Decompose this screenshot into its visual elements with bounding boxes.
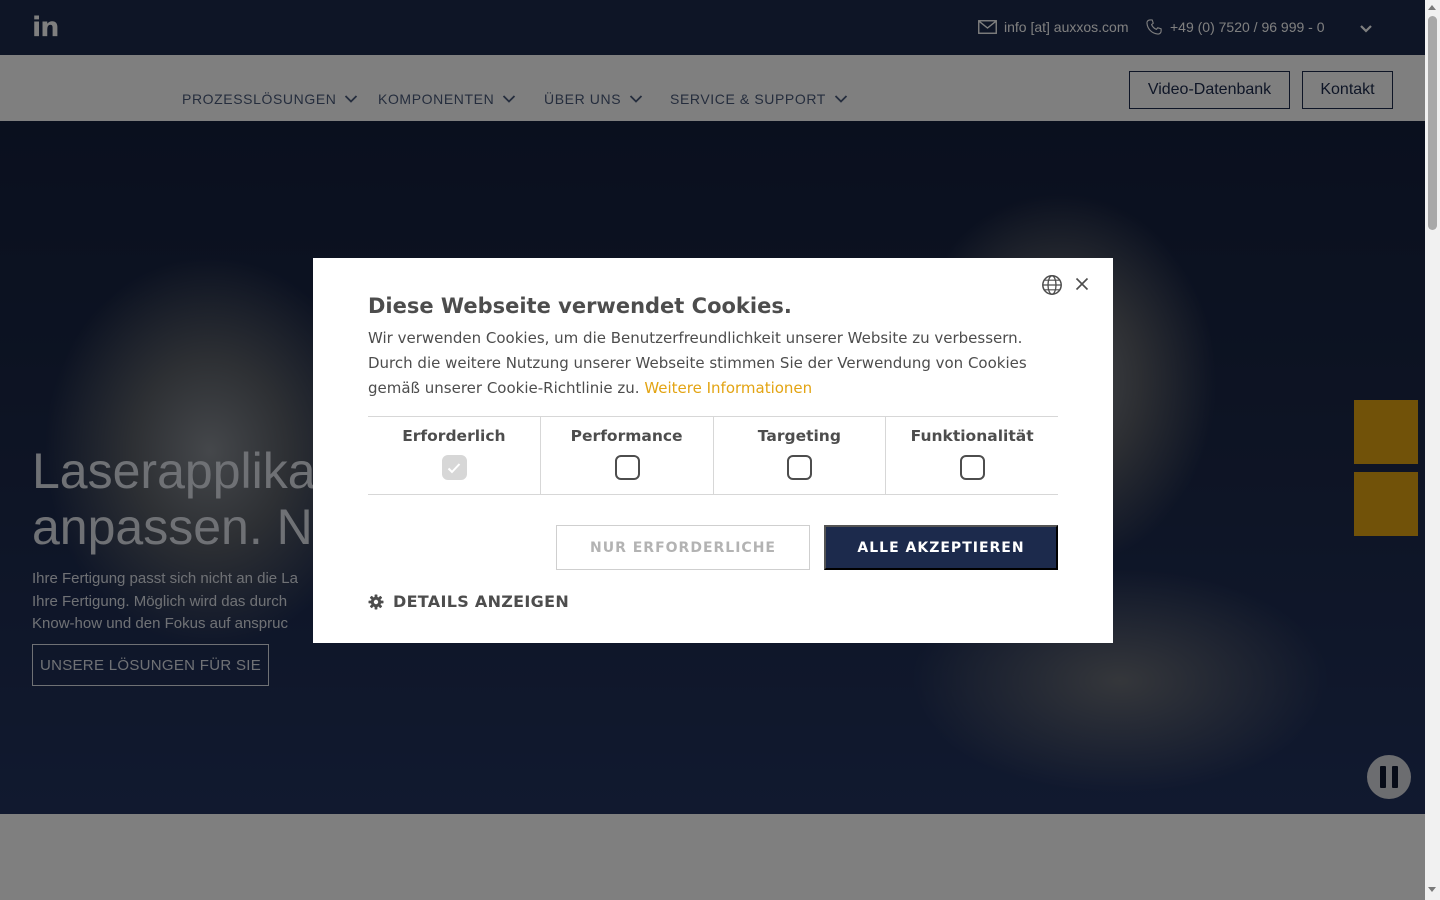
cookie-dialog-text: Wir verwenden Cookies, um die Benutzerfr… (368, 326, 1058, 401)
scrollbar-thumb[interactable] (1428, 16, 1437, 230)
category-checkbox-performance[interactable] (614, 455, 640, 480)
category-label: Erforderlich (402, 427, 506, 445)
close-icon[interactable] (1073, 275, 1091, 293)
category-funktionalitaet: Funktionalität (885, 417, 1058, 494)
necessary-only-button[interactable]: NUR ERFORDERLICHE (556, 525, 810, 570)
scroll-down-arrow-icon[interactable] (1428, 887, 1436, 892)
category-performance: Performance (539, 417, 713, 494)
cookie-dialog: Diese Webseite verwendet Cookies. Wir ve… (313, 258, 1113, 643)
globe-icon[interactable] (1041, 274, 1063, 296)
show-details-label: DETAILS ANZEIGEN (393, 592, 570, 611)
category-erforderlich: Erforderlich (368, 417, 540, 494)
scrollbar[interactable] (1425, 0, 1440, 900)
category-label: Performance (570, 427, 683, 445)
category-label: Funktionalität (910, 427, 1034, 445)
accept-all-button[interactable]: ALLE AKZEPTIEREN (824, 525, 1058, 570)
category-checkbox-targeting[interactable] (787, 455, 813, 480)
scroll-up-arrow-icon[interactable] (1428, 5, 1436, 10)
category-checkbox-erforderlich (441, 455, 467, 480)
cookie-categories: Erforderlich Performance Targeting Funkt… (368, 416, 1058, 495)
gear-icon (368, 594, 384, 609)
check-icon (448, 462, 461, 473)
category-checkbox-funktionalitaet[interactable] (960, 455, 986, 480)
category-label: Targeting (757, 427, 841, 445)
more-info-link[interactable]: Weitere Informationen (644, 379, 812, 397)
category-targeting: Targeting (712, 417, 886, 494)
show-details-toggle[interactable]: DETAILS ANZEIGEN (368, 592, 569, 611)
cookie-dialog-title: Diese Webseite verwendet Cookies. (368, 294, 792, 318)
